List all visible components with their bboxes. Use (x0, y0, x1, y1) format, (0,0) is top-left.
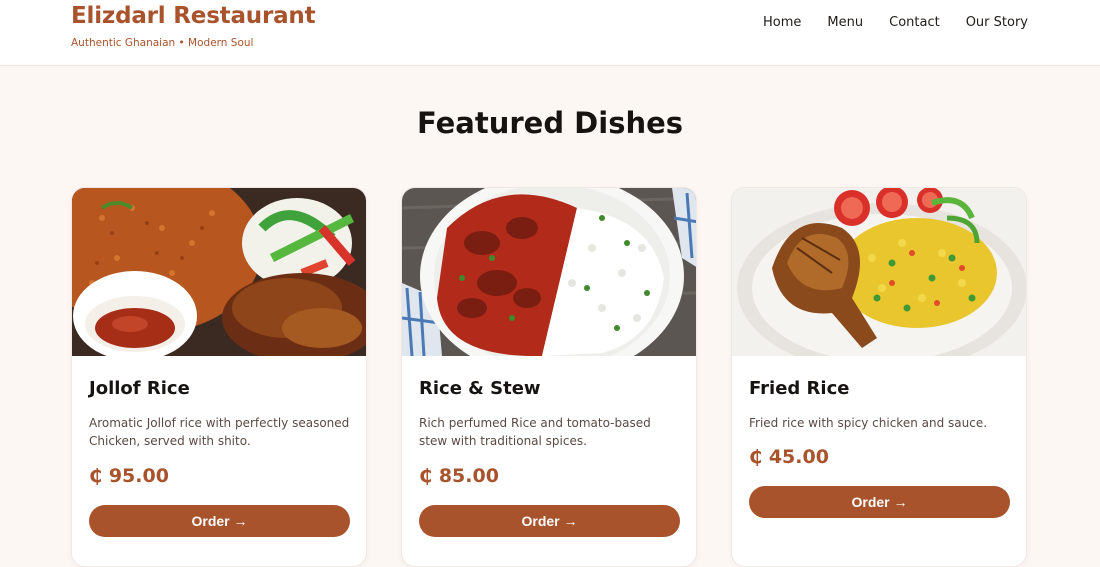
nav-our-story[interactable]: Our Story (966, 15, 1028, 30)
dish-name: Jollof Rice (89, 378, 190, 399)
dish-name: Rice & Stew (419, 378, 541, 399)
brand-tagline: Authentic Ghanaian • Modern Soul (71, 37, 254, 49)
brand-title[interactable]: Elizdarl Restaurant (71, 3, 316, 29)
dish-description: Fried rice with spicy chicken and sauce. (749, 416, 988, 430)
order-button[interactable]: Order → (419, 505, 680, 537)
rice-and-stew-photo (402, 188, 696, 356)
dish-card-fried-rice: Fried Rice Fried rice with spicy chicken… (731, 187, 1027, 567)
nav-home[interactable]: Home (763, 15, 801, 30)
dish-card-rice-and-stew: Rice & Stew Rich perfumed Rice and tomat… (401, 187, 697, 567)
dish-card-jollof-rice: Jollof Rice Aromatic Jollof rice with pe… (71, 187, 367, 567)
section-title: Featured Dishes (416, 106, 684, 140)
order-button[interactable]: Order → (749, 486, 1010, 518)
nav-contact[interactable]: Contact (889, 15, 940, 30)
dish-price: ₵ 95.00 (89, 465, 169, 487)
main-nav: Home Menu Contact Our Story (763, 15, 1028, 30)
dish-description: Rich perfumed Rice and tomato-based stew… (419, 416, 651, 448)
site-header: Elizdarl Restaurant Authentic Ghanaian •… (0, 0, 1100, 66)
nav-menu[interactable]: Menu (827, 15, 863, 30)
jollof-rice-photo (72, 188, 366, 356)
order-button[interactable]: Order → (89, 505, 350, 537)
dish-price: ₵ 85.00 (419, 465, 499, 487)
dish-description: Aromatic Jollof rice with perfectly seas… (89, 416, 350, 448)
dish-price: ₵ 45.00 (749, 446, 829, 468)
fried-rice-photo (732, 188, 1026, 356)
dish-name: Fried Rice (749, 378, 850, 399)
